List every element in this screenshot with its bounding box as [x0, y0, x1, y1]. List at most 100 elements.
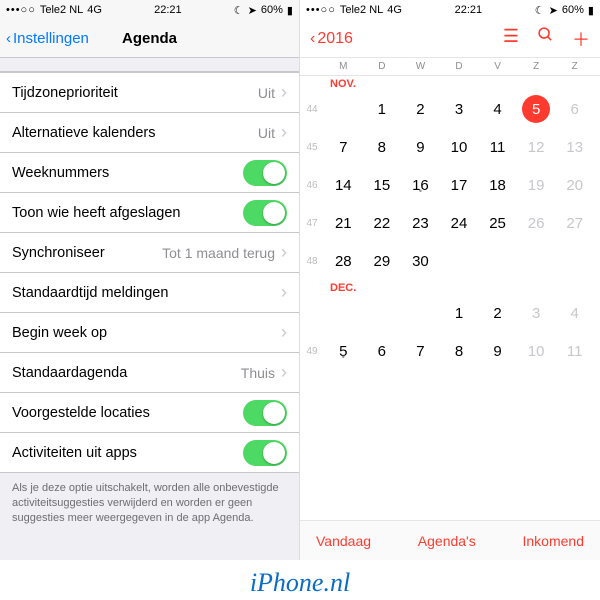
toggle[interactable] [243, 160, 287, 186]
list-view-icon[interactable]: ☰ [503, 26, 519, 52]
settings-row-2[interactable]: Weeknummers [0, 153, 299, 193]
day-cell[interactable]: 6 [363, 343, 402, 360]
row-label: Standaardtijd meldingen [12, 285, 168, 301]
moon-icon: ☾ [535, 4, 545, 17]
day-cell[interactable]: 3 [440, 101, 479, 118]
day-cell[interactable]: 17 [440, 177, 479, 194]
calendars-button[interactable]: Agenda's [418, 533, 476, 549]
day-cell[interactable]: 25 [478, 215, 517, 232]
chevron-right-icon: › [281, 282, 287, 303]
settings-row-9[interactable]: Activiteiten uit apps [0, 433, 299, 473]
settings-row-4[interactable]: SynchroniseerTot 1 maand terug› [0, 233, 299, 273]
day-cell[interactable]: 4 [555, 305, 594, 322]
day-cell[interactable]: 8 [363, 139, 402, 156]
day-cell[interactable]: 24 [440, 215, 479, 232]
toggle[interactable] [243, 440, 287, 466]
week-row: 4578910111213 [300, 128, 594, 166]
day-cell[interactable]: 5 [324, 343, 363, 360]
settings-row-7[interactable]: Standaardagenda Thuis › [0, 353, 299, 393]
day-cell[interactable]: 21 [324, 215, 363, 232]
chevron-right-icon: › [281, 362, 287, 383]
back-button[interactable]: ‹ Instellingen [6, 30, 89, 47]
day-cell[interactable]: 9 [478, 343, 517, 360]
day-cell[interactable]: 27 [555, 215, 594, 232]
week-number: 44 [300, 104, 324, 115]
row-label: Activiteiten uit apps [12, 445, 137, 461]
chevron-right-icon: › [281, 82, 287, 103]
day-cell[interactable]: 13 [555, 139, 594, 156]
row-value: Uit [258, 125, 275, 141]
status-bar: •••○○ Tele2 NL 4G 22:21 ☾ ➤ 60% ▮ [0, 0, 299, 20]
day-cell[interactable]: 5 [517, 95, 556, 123]
day-cell[interactable]: 2 [478, 305, 517, 322]
day-cell[interactable]: 15 [363, 177, 402, 194]
toggle[interactable] [243, 400, 287, 426]
day-cell[interactable]: 30 [401, 253, 440, 270]
settings-row-6[interactable]: Begin week op › [0, 313, 299, 353]
day-cell[interactable]: 14 [324, 177, 363, 194]
add-event-icon[interactable]: ＋ [572, 26, 590, 52]
row-value: Thuis [241, 365, 275, 381]
day-cell[interactable]: 4 [478, 101, 517, 118]
chevron-right-icon: › [281, 322, 287, 343]
day-cell[interactable]: 10 [440, 139, 479, 156]
day-cell[interactable]: 23 [401, 215, 440, 232]
row-label: Voorgestelde locaties [12, 405, 150, 421]
week-row: 48282930 [300, 242, 594, 280]
day-cell[interactable]: 28 [324, 253, 363, 270]
day-cell[interactable]: 18 [478, 177, 517, 194]
settings-row-8[interactable]: Voorgestelde locaties [0, 393, 299, 433]
calendar-navbar: ‹ 2016 ☰ ＋ [300, 20, 600, 58]
day-cell[interactable]: 3 [517, 305, 556, 322]
row-label: Begin week op [12, 325, 107, 341]
day-cell[interactable]: 11 [555, 343, 594, 360]
battery-label: 60% [562, 4, 584, 16]
row-label: Weeknummers [12, 165, 109, 181]
week-number: 46 [300, 180, 324, 191]
inbox-button[interactable]: Inkomend [523, 533, 584, 549]
chevron-right-icon: › [281, 122, 287, 143]
day-cell[interactable]: 19 [517, 177, 556, 194]
day-cell[interactable]: 11 [478, 139, 517, 156]
toggle[interactable] [243, 200, 287, 226]
location-icon: ➤ [248, 4, 257, 17]
week-row: 44 123456 [300, 90, 594, 128]
settings-panel: •••○○ Tele2 NL 4G 22:21 ☾ ➤ 60% ▮ ‹ Inst… [0, 0, 300, 560]
today-button[interactable]: Vandaag [316, 533, 371, 549]
clock: 22:21 [154, 4, 182, 16]
week-number: 45 [300, 142, 324, 153]
settings-row-5[interactable]: Standaardtijd meldingen › [0, 273, 299, 313]
footnote: Als je deze optie uitschakelt, worden al… [0, 473, 299, 534]
settings-row-3[interactable]: Toon wie heeft afgeslagen [0, 193, 299, 233]
row-value: Tot 1 maand terug [162, 245, 275, 261]
row-label: Standaardagenda [12, 365, 127, 381]
search-icon[interactable] [537, 26, 554, 52]
day-cell[interactable]: 7 [401, 343, 440, 360]
day-cell[interactable]: 12 [517, 139, 556, 156]
battery-icon: ▮ [588, 4, 594, 17]
year-back-button[interactable]: ‹ 2016 [310, 30, 353, 48]
network-label: 4G [87, 4, 102, 16]
day-cell[interactable]: 20 [555, 177, 594, 194]
month-label: NOV. [300, 78, 594, 90]
settings-row-0[interactable]: TijdzoneprioriteitUit› [0, 73, 299, 113]
status-bar: •••○○ Tele2 NL 4G 22:21 ☾ ➤ 60% ▮ [300, 0, 600, 20]
day-cell[interactable]: 29 [363, 253, 402, 270]
day-cell[interactable]: 6 [555, 101, 594, 118]
day-cell[interactable]: 1 [440, 305, 479, 322]
day-cell[interactable]: 26 [517, 215, 556, 232]
settings-row-1[interactable]: Alternatieve kalendersUit› [0, 113, 299, 153]
carrier-label: Tele2 NL [340, 4, 383, 16]
day-cell[interactable]: 16 [401, 177, 440, 194]
week-number: 47 [300, 218, 324, 229]
day-cell[interactable]: 7 [324, 139, 363, 156]
calendar-panel: •••○○ Tele2 NL 4G 22:21 ☾ ➤ 60% ▮ ‹ 2016… [300, 0, 600, 560]
day-cell[interactable]: 1 [363, 101, 402, 118]
day-cell[interactable]: 22 [363, 215, 402, 232]
day-cell[interactable]: 2 [401, 101, 440, 118]
battery-label: 60% [261, 4, 283, 16]
weekday-header: MDWDVZZ [300, 58, 600, 76]
day-cell[interactable]: 9 [401, 139, 440, 156]
day-cell[interactable]: 8 [440, 343, 479, 360]
day-cell[interactable]: 10 [517, 343, 556, 360]
